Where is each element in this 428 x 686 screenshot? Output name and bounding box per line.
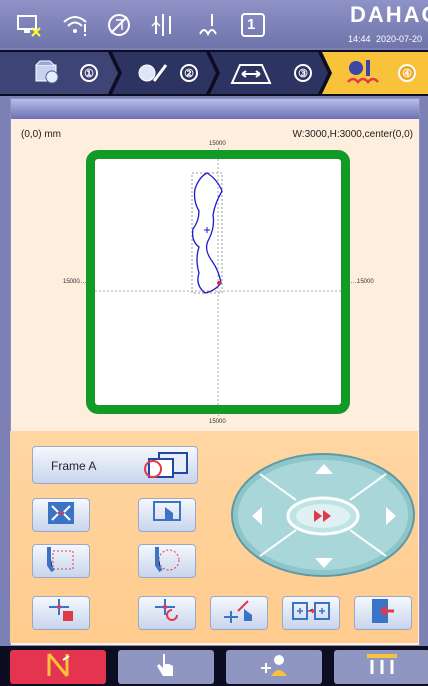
manual-point-icon: [222, 597, 256, 630]
exit-icon: [368, 597, 398, 630]
move-left-button[interactable]: [250, 506, 264, 531]
pattern-edit-icon: [134, 59, 170, 92]
status-bar: 1 DAHAO 14:44 2020-07-20: [0, 0, 428, 48]
move-frame-icon: [151, 499, 183, 532]
badge-number: 1: [247, 16, 256, 33]
trace-rectangle-button[interactable]: [32, 544, 90, 578]
return-origin-button[interactable]: [138, 596, 196, 630]
frame-offset-button[interactable]: [282, 596, 340, 630]
exit-button[interactable]: [354, 596, 412, 630]
center-pattern-icon: [46, 500, 76, 531]
pattern-file-icon: [32, 59, 62, 92]
frame-select-icon: [137, 449, 193, 488]
step-4-embroidery[interactable]: ④: [334, 54, 428, 92]
step-3-frame-size[interactable]: ③: [222, 54, 320, 92]
bottom-tab-bar: [0, 646, 428, 686]
step-number: ③: [294, 64, 312, 82]
pattern-outline: [95, 159, 341, 405]
move-down-button[interactable]: [314, 556, 334, 575]
direction-pad: [230, 452, 416, 578]
step-number: ④: [398, 64, 416, 82]
move-right-button[interactable]: [384, 506, 398, 531]
tab-needle-trim[interactable]: [10, 650, 106, 684]
trace-rectangle-icon: [45, 545, 77, 578]
trace-circle-button[interactable]: [138, 544, 196, 578]
embroidery-start-icon: [344, 58, 384, 95]
frame-select-button[interactable]: Frame A: [32, 446, 198, 484]
sewing-disabled-icon: [104, 10, 134, 40]
tab-needle-bar[interactable]: [334, 650, 428, 684]
step-number: ②: [180, 64, 198, 82]
axis-label-bottom: 15000: [209, 419, 226, 425]
workflow-step-bar: ① ② ③ ④: [0, 50, 428, 96]
clock-date: 2020-07-20: [376, 34, 423, 44]
trim-icon: [194, 10, 224, 40]
thread-tension-icon: [148, 10, 178, 40]
frame-select-label: Frame A: [51, 459, 97, 473]
axis-label-top: 15000: [209, 141, 226, 147]
move-up-button[interactable]: [314, 462, 334, 481]
pattern-size-info: W:3000,H:3000,center(0,0): [292, 129, 413, 140]
return-origin-icon: [151, 597, 183, 630]
step-1-pattern-select[interactable]: ①: [6, 54, 110, 92]
trace-circle-icon: [151, 545, 183, 578]
move-frame-button[interactable]: [138, 498, 196, 532]
needle-bar-icon: [365, 652, 399, 683]
frame-size-icon: [228, 59, 274, 92]
operator-icon: [259, 652, 289, 683]
brand-logo: DAHAO: [350, 2, 428, 27]
needle-trim-icon: [43, 652, 73, 683]
fast-speed-button[interactable]: [286, 496, 360, 541]
tab-operator[interactable]: [226, 650, 322, 684]
manual-point-button[interactable]: [210, 596, 268, 630]
embroidery-frame: [86, 150, 350, 414]
manual-hand-icon: [153, 652, 179, 683]
wifi-warning-icon: [60, 10, 90, 40]
tab-manual[interactable]: [118, 650, 214, 684]
center-pattern-button[interactable]: [32, 498, 90, 532]
coordinate-readout: (0,0) mm: [21, 129, 61, 140]
clock-time: 14:44: [348, 34, 371, 44]
set-origin-button[interactable]: [32, 596, 90, 630]
frame-offset-icon: [291, 599, 331, 628]
network-disconnected-icon: [14, 10, 44, 40]
step-2-pattern-edit[interactable]: ②: [120, 54, 216, 92]
step-number: ①: [80, 64, 98, 82]
set-origin-icon: [45, 597, 77, 630]
panel-header: [11, 99, 419, 119]
